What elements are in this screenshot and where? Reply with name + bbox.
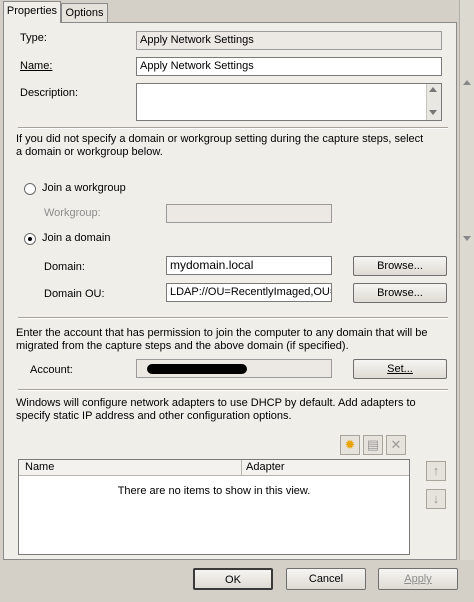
account-field (136, 359, 332, 378)
separator-3 (18, 389, 448, 391)
name-label: Name: (20, 60, 52, 72)
add-adapter-icon[interactable]: ✹ (340, 435, 360, 455)
join-workgroup-label[interactable]: Join a workgroup (42, 182, 126, 194)
move-down-icon[interactable]: ↓ (426, 489, 446, 509)
browse-domain-button[interactable]: Browse... (353, 256, 447, 276)
browse-ou-button[interactable]: Browse... (353, 283, 447, 303)
join-domain-label[interactable]: Join a domain (42, 232, 111, 244)
name-field[interactable]: Apply Network Settings (136, 57, 442, 76)
domain-info-text: If you did not specify a domain or workg… (16, 133, 424, 158)
adapters-info-text: Windows will configure network adapters … (16, 397, 416, 422)
list-header: Name Adapter (19, 460, 409, 476)
account-info-text: Enter the account that has permission to… (16, 327, 428, 352)
apply-button[interactable]: Apply (378, 568, 458, 590)
properties-adapter-icon[interactable]: ▤ (363, 435, 383, 455)
delete-adapter-icon[interactable]: ✕ (386, 435, 406, 455)
window-scroll-up-icon[interactable] (463, 80, 471, 85)
radio-selected-dot (28, 237, 32, 241)
column-adapter[interactable]: Adapter (246, 461, 285, 473)
column-divider (241, 460, 242, 475)
workgroup-field (166, 204, 332, 223)
domain-ou-field[interactable]: LDAP://OU=RecentlyImaged,OU= (166, 283, 332, 302)
empty-list-message: There are no items to show in this view. (117, 485, 311, 497)
description-field[interactable] (136, 83, 442, 121)
name-label-text: Name: (20, 60, 53, 72)
window-scrollbar[interactable] (459, 0, 474, 602)
join-workgroup-radio[interactable] (24, 183, 36, 195)
column-name[interactable]: Name (25, 461, 54, 473)
domain-label: Domain: (44, 261, 85, 273)
join-domain-radio[interactable] (24, 233, 36, 245)
separator-2 (18, 317, 448, 319)
scroll-down-icon[interactable] (429, 110, 437, 115)
adapters-list[interactable]: Name Adapter There are no items to show … (18, 459, 410, 555)
move-up-icon[interactable]: ↑ (426, 461, 446, 481)
ok-button[interactable]: OK (193, 568, 273, 590)
description-scrollbar[interactable] (426, 84, 441, 120)
domain-ou-label: Domain OU: (44, 288, 105, 300)
account-label: Account: (30, 364, 73, 376)
type-field: Apply Network Settings (136, 31, 442, 50)
set-button-label: Set... (387, 363, 413, 375)
separator-1 (18, 127, 448, 129)
type-label: Type: (20, 32, 47, 44)
dialog-footer: OK Cancel Apply (0, 560, 474, 602)
redaction-mark (147, 364, 247, 374)
set-account-button[interactable]: Set... (353, 359, 447, 379)
description-label: Description: (20, 87, 79, 99)
apply-button-label: Apply (404, 573, 432, 585)
workgroup-label: Workgroup: (44, 207, 101, 219)
tab-options[interactable]: Options (61, 3, 108, 22)
properties-panel: Type: Apply Network Settings Name: Apply… (3, 22, 457, 560)
domain-field[interactable]: mydomain.local (166, 256, 332, 275)
cancel-button[interactable]: Cancel (286, 568, 366, 590)
window-scroll-down-icon[interactable] (463, 236, 471, 241)
tab-properties[interactable]: Properties (3, 1, 61, 23)
scroll-up-icon[interactable] (429, 87, 437, 92)
